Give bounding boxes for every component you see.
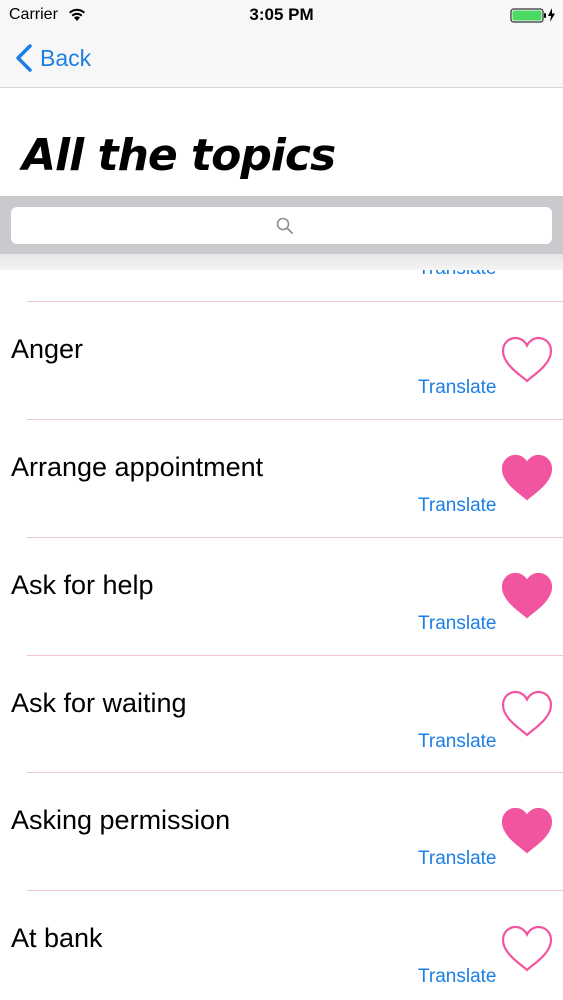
translate-link[interactable]: Translate — [418, 495, 497, 517]
topic-title: Ask for waiting — [11, 688, 187, 718]
status-bar: Carrier 3:05 PM — [0, 0, 563, 30]
translate-link[interactable]: Translate — [418, 377, 497, 399]
heart-filled-icon[interactable] — [500, 806, 554, 856]
translate-link[interactable]: Translate — [418, 613, 497, 635]
chevron-left-icon — [16, 44, 32, 72]
page-title: All the topics — [22, 130, 336, 181]
back-button[interactable]: Back — [14, 40, 91, 76]
topic-title: At bank — [11, 923, 103, 953]
translate-link[interactable]: Translate — [418, 270, 497, 280]
heart-filled-icon[interactable] — [500, 453, 554, 503]
navigation-bar: Back — [0, 30, 563, 88]
search-divider — [0, 254, 563, 270]
status-time: 3:05 PM — [249, 5, 314, 24]
list-item[interactable]: Ask for help Translate — [0, 538, 563, 656]
topic-title: Asking permission — [11, 805, 231, 835]
search-icon — [276, 217, 293, 234]
list-item[interactable]: Ask for waiting Translate — [0, 656, 563, 774]
list-item[interactable]: Arrange appointment Translate — [0, 420, 563, 538]
topic-title: Arrange appointment — [11, 452, 264, 482]
translate-link[interactable]: Translate — [418, 848, 497, 870]
search-bar — [0, 196, 563, 254]
heart-outline-icon[interactable] — [500, 335, 554, 385]
list-item[interactable]: Asking permission Translate — [0, 773, 563, 891]
topic-title: Ask for help — [11, 570, 154, 600]
topic-title: Anger — [11, 334, 84, 364]
list-item[interactable]: At bank Translate — [0, 891, 563, 1000]
back-label: Back — [40, 44, 92, 71]
list-item[interactable]: Translate — [0, 270, 563, 302]
search-input[interactable] — [11, 207, 552, 244]
list-item[interactable]: Anger Translate — [0, 302, 563, 420]
translate-link[interactable]: Translate — [418, 731, 497, 753]
heart-outline-icon[interactable] — [500, 924, 554, 974]
translate-link[interactable]: Translate — [418, 966, 497, 988]
battery-icon — [510, 8, 555, 23]
heart-outline-icon[interactable] — [500, 689, 554, 739]
heart-filled-icon[interactable] — [500, 571, 554, 621]
